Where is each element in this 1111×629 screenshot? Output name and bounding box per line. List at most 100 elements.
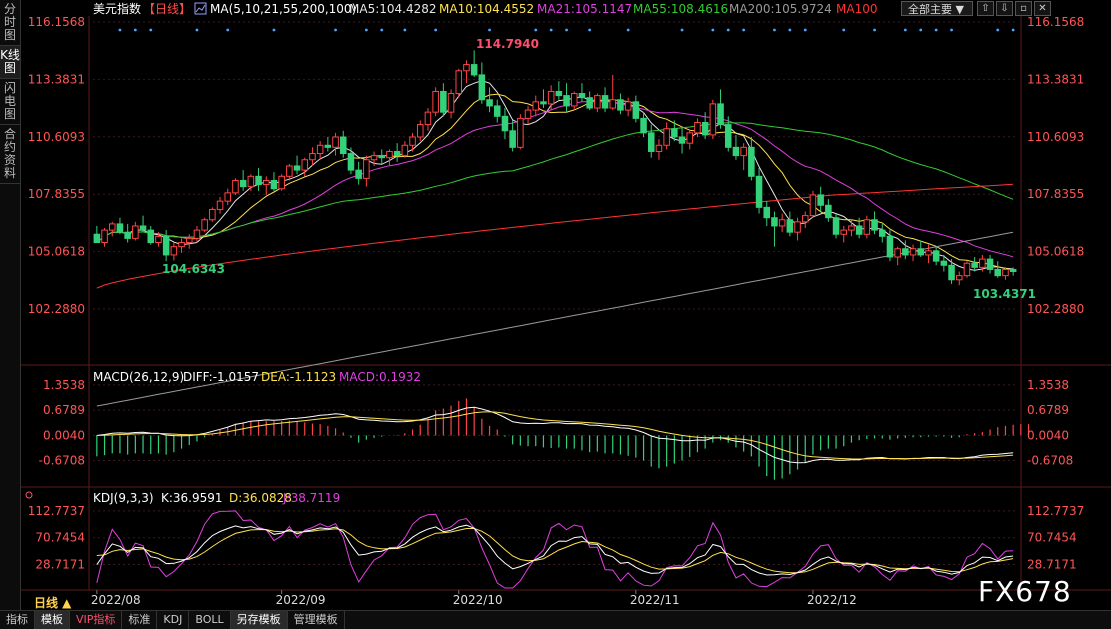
signal-dot xyxy=(950,28,953,32)
candle-body xyxy=(955,275,963,281)
candle-body xyxy=(948,264,955,281)
signal-dot xyxy=(534,28,538,32)
tab-flash-chart[interactable]: 闪电图 xyxy=(0,79,20,125)
candle-body xyxy=(293,165,301,171)
close-icon[interactable]: ✕ xyxy=(1034,1,1051,16)
candle-body xyxy=(586,97,593,109)
signal-dot xyxy=(773,28,776,32)
candle-body xyxy=(825,204,832,219)
down-arrow-icon[interactable]: ⇩ xyxy=(996,1,1013,16)
kdj-settings-icon[interactable] xyxy=(25,491,33,499)
up-arrow-icon[interactable]: ⇧ xyxy=(977,1,994,16)
date-label: 2022/08 xyxy=(91,593,141,607)
candle-body xyxy=(771,217,778,227)
candle-body xyxy=(363,159,370,179)
macd-label-right: -0.6708 xyxy=(1027,454,1073,468)
candle-body xyxy=(994,268,1002,277)
candle-body xyxy=(601,95,609,109)
candle-body xyxy=(501,115,509,132)
candle-body xyxy=(863,219,871,235)
tab-manage-templates[interactable]: 管理模板 xyxy=(288,611,345,629)
ma21-value: MA21:105.1147 xyxy=(537,2,632,16)
tab-templates[interactable]: 模板 xyxy=(35,611,70,629)
candle-body xyxy=(1002,268,1009,277)
signal-dot xyxy=(272,28,276,32)
signal-dot xyxy=(226,28,230,32)
candle-body xyxy=(979,258,986,268)
candle-body xyxy=(801,215,809,223)
candle-body xyxy=(632,101,640,119)
signal-dot xyxy=(133,28,137,32)
price-label-right: 105.0618 xyxy=(1027,245,1084,259)
candle-body xyxy=(324,144,332,148)
kdj-legend: KDJ(9,3,3) K:36.9591 D:36.0828 J:38.7119 xyxy=(25,491,340,505)
candle-body xyxy=(732,146,740,157)
candle-body xyxy=(624,101,632,111)
macd-legend: MACD(26,12,9) DIFF:-1.0157 DEA:-1.1123 M… xyxy=(93,370,421,384)
tab-timeshare[interactable]: 分时图 xyxy=(0,0,20,46)
signal-dot xyxy=(842,28,846,32)
tab-vip-indicators[interactable]: VIP指标 xyxy=(70,611,123,629)
ma5-value: MA5:104.4282 xyxy=(349,2,437,16)
candle-body xyxy=(162,235,170,256)
tab-save-template[interactable]: 另存模板 xyxy=(230,611,288,629)
signal-dot xyxy=(903,28,907,32)
macd-label-left: 0.6789 xyxy=(43,403,85,417)
square-icon[interactable]: ▫ xyxy=(1015,1,1032,16)
tab-contract-info[interactable]: 合约资料 xyxy=(0,125,20,184)
chart-canvas[interactable]: 116.1568 116.1568 113.3831 113.3831 110.6093… xyxy=(21,0,1111,610)
candle-body xyxy=(909,248,917,256)
candle-body xyxy=(748,146,755,177)
kdj-label-right: 112.7737 xyxy=(1027,504,1084,518)
price-label-right: 113.3831 xyxy=(1027,72,1084,86)
candle-body xyxy=(701,122,709,136)
candle-body xyxy=(486,99,493,107)
candle-body xyxy=(339,136,347,155)
signal-dot xyxy=(434,28,438,32)
macd-label-right: 1.3538 xyxy=(1027,378,1069,392)
date-label: 2022/10 xyxy=(453,593,503,607)
candle-body xyxy=(478,74,486,101)
period-switch-label[interactable]: 日线 ▲ xyxy=(34,594,71,611)
ma55-value: MA55:108.4616 xyxy=(633,2,728,16)
period-range-select[interactable]: 全部主要 ▼ xyxy=(901,1,973,16)
kdj-label-left: 28.7171 xyxy=(35,558,85,572)
candle-body xyxy=(755,175,763,208)
period-name: 【日线】 xyxy=(143,2,191,16)
kdj-label-right: 28.7171 xyxy=(1027,558,1077,572)
candle-body xyxy=(609,99,617,109)
date-label: 2022/09 xyxy=(276,593,326,607)
candle-body xyxy=(925,250,932,256)
ma-toggle-icon[interactable] xyxy=(194,2,207,15)
candle-body xyxy=(840,229,848,235)
signal-dot xyxy=(380,28,384,32)
candle-body xyxy=(239,179,247,188)
signal-dot xyxy=(488,28,491,32)
candle-body xyxy=(147,229,155,244)
candle-body xyxy=(524,109,532,119)
signal-dot xyxy=(934,28,938,32)
tab-kdj[interactable]: KDJ xyxy=(157,611,190,629)
candle-body xyxy=(93,233,101,244)
tab-kline[interactable]: K线图 xyxy=(0,46,20,79)
ma10-value: MA10:104.4552 xyxy=(439,2,534,16)
tab-standard[interactable]: 标准 xyxy=(122,611,158,629)
candle-body xyxy=(470,64,478,76)
candle-body xyxy=(963,262,971,277)
candle-body xyxy=(578,93,586,99)
macd-dea: DEA:-1.1123 xyxy=(261,370,336,384)
tab-boll[interactable]: BOLL xyxy=(189,611,231,629)
candle-body xyxy=(108,223,116,231)
ma100-value: MA100 xyxy=(836,2,877,16)
signal-dot xyxy=(711,28,715,32)
candle-body xyxy=(932,250,940,262)
candle-body xyxy=(355,169,362,179)
candle-body xyxy=(286,165,293,177)
signal-dot xyxy=(873,28,876,32)
signal-dot xyxy=(726,28,730,32)
candle-body xyxy=(871,219,878,231)
price-label-left: 107.8355 xyxy=(28,187,85,201)
macd-label-left: -0.6708 xyxy=(39,454,85,468)
candle-body xyxy=(116,223,124,233)
tab-indicators[interactable]: 指标 xyxy=(0,611,35,629)
